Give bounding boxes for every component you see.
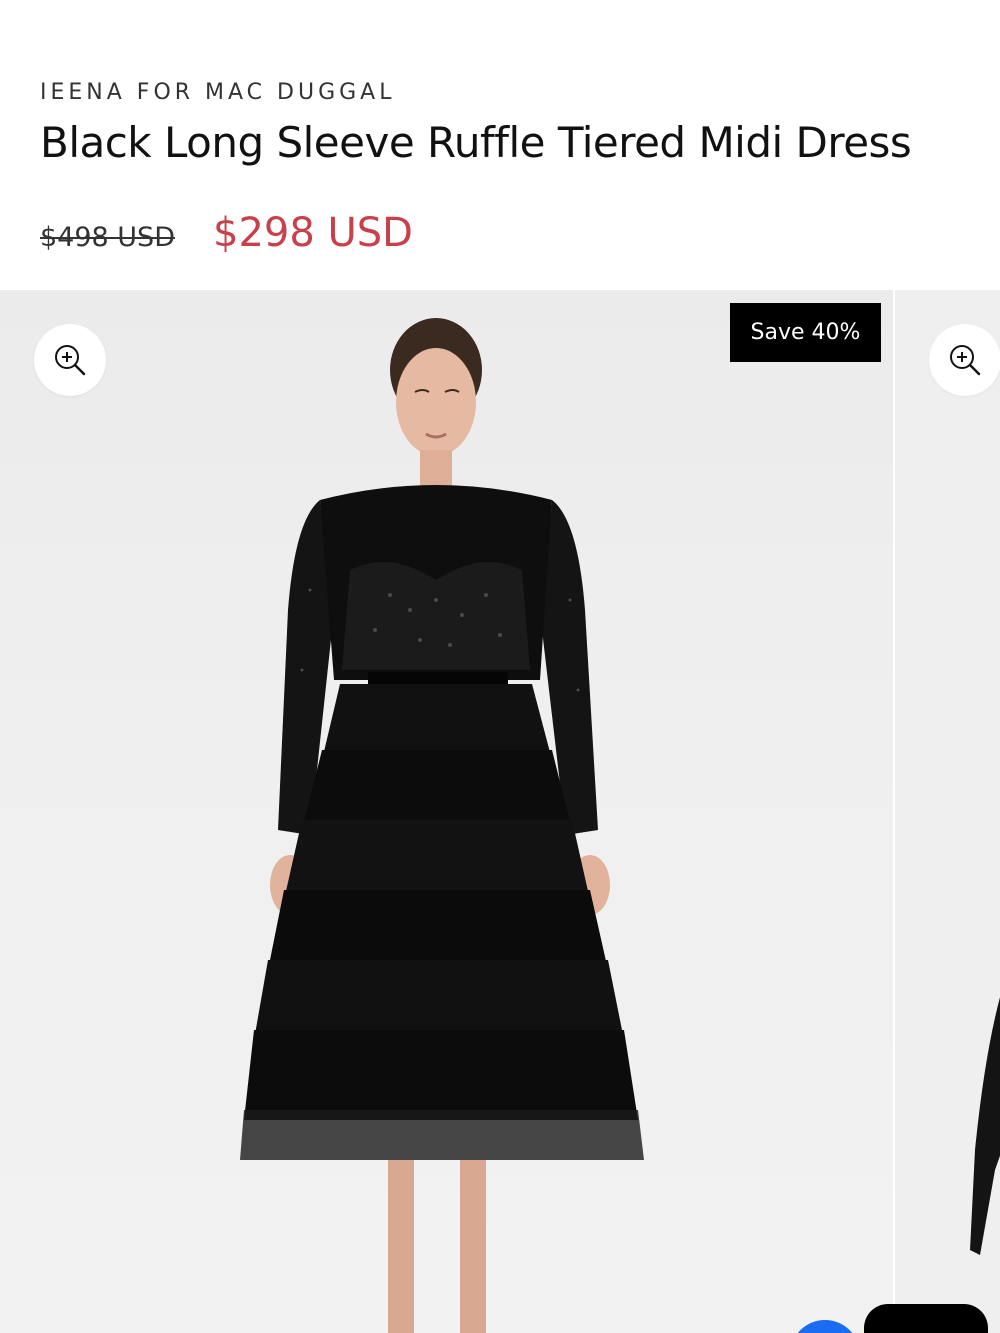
sale-price: $298 USD	[213, 210, 413, 256]
product-photo-next	[970, 997, 1000, 1255]
product-image-gallery[interactable]: Save 40%	[0, 290, 1000, 1333]
original-price: $498 USD	[40, 222, 175, 253]
zoom-button[interactable]	[34, 324, 106, 396]
product-header: IEENA FOR MAC DUGGAL Black Long Sleeve R…	[0, 0, 1000, 290]
gallery-slide-main[interactable]: Save 40%	[0, 290, 893, 1333]
product-photo[interactable]	[240, 310, 660, 1333]
product-title: Black Long Sleeve Ruffle Tiered Midi Dre…	[40, 118, 912, 167]
zoom-in-icon	[55, 345, 86, 376]
gallery-slide-next[interactable]	[893, 290, 1000, 1333]
discount-badge: Save 40%	[730, 303, 881, 362]
price-row: $498 USD $298 USD	[40, 210, 413, 260]
zoom-button-next[interactable]	[929, 324, 1000, 396]
zoom-in-icon	[950, 345, 981, 376]
brand-name[interactable]: IEENA FOR MAC DUGGAL	[40, 80, 395, 105]
floating-action-button[interactable]	[864, 1304, 988, 1333]
